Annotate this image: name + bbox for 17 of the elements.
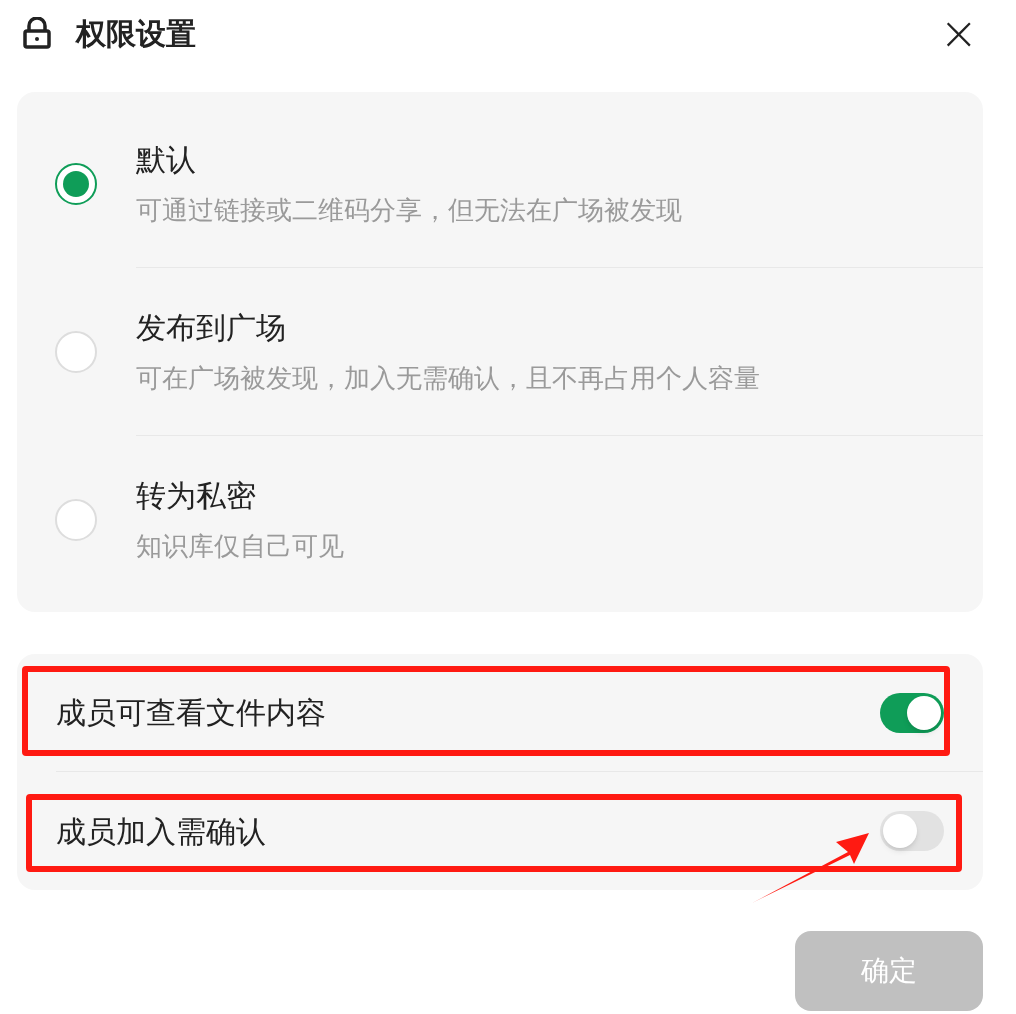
toggle-switch[interactable]: [880, 692, 944, 733]
option-title: 默认: [136, 140, 197, 179]
switch-label: 成员加入需确认: [56, 812, 266, 851]
option-description: 可通过链接或二维码分享，但无法在广场被发现: [136, 193, 683, 227]
lock-icon: [22, 17, 52, 49]
radio-button[interactable]: [55, 163, 97, 205]
option-title: 发布到广场: [136, 308, 287, 347]
permission-option[interactable]: 发布到广场 可在广场被发现，加入无需确认，且不再占用个人容量: [17, 268, 983, 436]
close-button[interactable]: ×: [939, 10, 978, 56]
option-description: 知识库仅自己可见: [136, 530, 345, 563]
dialog-title: 权限设置: [76, 14, 196, 53]
switch-label: 成员可查看文件内容: [56, 694, 326, 732]
toggle-switch[interactable]: [880, 811, 944, 851]
option-description: 可在广场被发现，加入无需确认，且不再占用个人容量: [136, 361, 761, 395]
permission-option[interactable]: 转为私密 知识库仅自己可见: [17, 436, 983, 604]
option-title: 转为私密: [136, 477, 257, 515]
permission-option[interactable]: 默认 可通过链接或二维码分享，但无法在广场被发现: [17, 100, 983, 268]
